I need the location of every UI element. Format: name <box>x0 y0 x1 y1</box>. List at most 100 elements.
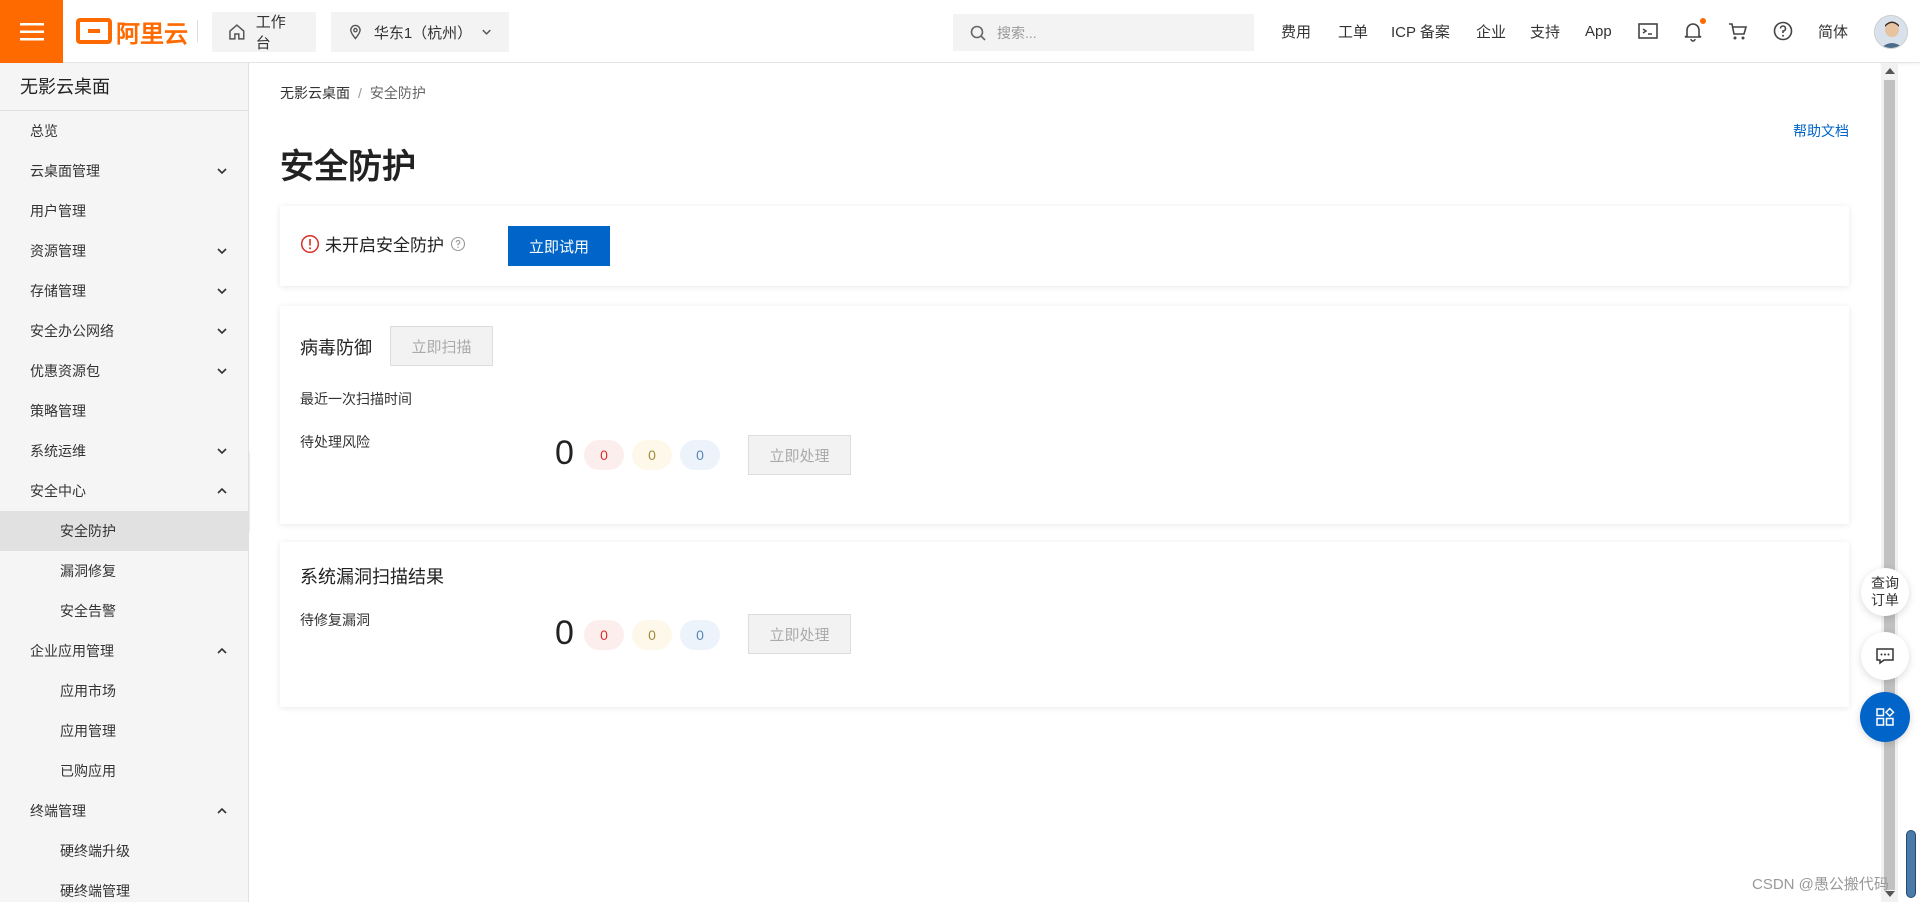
sidebar-item-label: 安全告警 <box>60 603 116 619</box>
sidebar-item-label: 企业应用管理 <box>30 643 114 659</box>
region-selector[interactable]: 华东1（杭州） <box>331 12 509 52</box>
sidebar-item[interactable]: 硬终端升级 <box>0 831 248 871</box>
sidebar-item[interactable]: 企业应用管理 <box>0 631 248 671</box>
sidebar-item-label: 已购应用 <box>60 763 116 779</box>
sidebar-item[interactable]: 安全防护 <box>0 511 248 551</box>
sidebar-item-label: 终端管理 <box>30 803 86 819</box>
nav-support[interactable]: 支持 <box>1530 21 1560 42</box>
sidebar-item-label: 云桌面管理 <box>30 163 100 179</box>
search-icon <box>970 25 986 41</box>
chevron-down-icon <box>217 288 227 295</box>
vuln-medium-count: 0 <box>632 620 672 650</box>
breadcrumb-root[interactable]: 无影云桌面 <box>280 85 350 101</box>
protection-status: 未开启安全防护 <box>300 231 466 256</box>
sidebar-item[interactable]: 终端管理 <box>0 791 248 831</box>
nav-app[interactable]: App <box>1585 23 1612 40</box>
chevron-up-icon <box>217 487 227 494</box>
csdn-watermark: CSDN @愚公搬代码 <box>1752 876 1889 893</box>
chevron-down-icon <box>217 168 227 175</box>
logo-divider <box>197 20 198 42</box>
chat-icon <box>1876 648 1894 665</box>
nav-icp[interactable]: ICP 备案 <box>1391 21 1450 42</box>
last-scan-label: 最近一次扫描时间 <box>300 391 412 407</box>
sidebar-item[interactable]: 漏洞修复 <box>0 551 248 591</box>
help-docs-link[interactable]: 帮助文档 <box>1793 121 1849 141</box>
pending-risk-total: 0 <box>555 434 574 472</box>
query-order-line1: 查询 <box>1871 575 1899 591</box>
bell-icon[interactable] <box>1682 18 1706 42</box>
aliyun-logo[interactable]: 阿里云 <box>76 16 188 48</box>
page-title: 安全防护 <box>280 148 416 186</box>
sidebar-item-label: 漏洞修复 <box>60 563 116 579</box>
nav-tickets[interactable]: 工单 <box>1338 21 1368 42</box>
breadcrumb-current: 安全防护 <box>369 85 426 101</box>
sidebar-item-label: 存储管理 <box>30 283 86 299</box>
menu-button[interactable] <box>0 0 63 63</box>
question-icon[interactable] <box>450 236 466 252</box>
query-order-button[interactable]: 查询 订单 <box>1861 568 1909 616</box>
scrollbar-thumb[interactable] <box>1884 80 1895 890</box>
sidebar-item[interactable]: 云桌面管理 <box>0 151 248 191</box>
scan-now-button[interactable]: 立即扫描 <box>390 326 493 366</box>
sidebar-item-label: 应用管理 <box>60 723 116 739</box>
sidebar-item[interactable]: 优惠资源包 <box>0 351 248 391</box>
sidebar-item[interactable]: 安全中心 <box>0 471 248 511</box>
logo-mark-icon <box>76 18 112 44</box>
pending-vuln-label: 待修复漏洞 <box>300 612 370 628</box>
vuln-low-count: 0 <box>680 620 720 650</box>
handle-risk-button[interactable]: 立即处理 <box>748 435 851 475</box>
sidebar-item[interactable]: 资源管理 <box>0 231 248 271</box>
breadcrumb: 无影云桌面 / 安全防护 <box>280 83 426 103</box>
try-now-button[interactable]: 立即试用 <box>508 226 610 266</box>
sidebar-item[interactable]: 安全告警 <box>0 591 248 631</box>
protection-status-text: 未开启安全防护 <box>325 236 444 255</box>
chevron-up-icon <box>217 647 227 654</box>
nav-enterprise[interactable]: 企业 <box>1476 21 1506 42</box>
sidebar-item[interactable]: 用户管理 <box>0 191 248 231</box>
sidebar-item[interactable]: 系统运维 <box>0 431 248 471</box>
chevron-up-icon <box>217 807 227 814</box>
sidebar-title: 无影云桌面 <box>0 63 248 111</box>
pending-vuln-total: 0 <box>555 614 574 652</box>
risk-high-count: 0 <box>584 440 624 470</box>
cart-icon[interactable] <box>1727 20 1749 42</box>
sidebar-menu: 总览云桌面管理用户管理资源管理存储管理安全办公网络 优惠资源包 策略管理系统运维安全… <box>0 111 248 902</box>
scroll-up-icon[interactable] <box>1885 68 1895 74</box>
language-switch[interactable]: 简体 <box>1818 21 1848 42</box>
workbench-label: 工作台 <box>255 14 286 52</box>
chat-button[interactable] <box>1861 632 1909 680</box>
vuln-high-count: 0 <box>584 620 624 650</box>
sidebar-item[interactable]: 总览 <box>0 111 248 151</box>
sidebar-item-label: 用户管理 <box>30 203 86 219</box>
sidebar: 无影云桌面 总览云桌面管理用户管理资源管理存储管理安全办公网络 优惠资源包 策略管理… <box>0 63 249 902</box>
apps-grid-icon <box>1876 707 1895 726</box>
warning-circle-icon <box>300 234 320 253</box>
chevron-down-icon <box>217 368 227 375</box>
virus-defense-title: 病毒防御 <box>300 338 372 358</box>
search-input[interactable] <box>997 24 1237 41</box>
location-icon <box>350 24 361 40</box>
terminal-icon[interactable] <box>1637 20 1659 42</box>
apps-button[interactable] <box>1860 692 1910 742</box>
sidebar-item-label: 安全中心 <box>30 483 86 499</box>
sidebar-item[interactable]: 硬终端管理 <box>0 871 248 902</box>
breadcrumb-separator: / <box>358 85 362 101</box>
handle-vuln-button[interactable]: 立即处理 <box>748 614 851 654</box>
home-icon <box>229 24 245 40</box>
sidebar-item[interactable]: 存储管理 <box>0 271 248 311</box>
nav-fees[interactable]: 费用 <box>1281 21 1311 42</box>
workbench-button[interactable]: 工作台 <box>212 12 316 52</box>
sidebar-item[interactable]: 策略管理 <box>0 391 248 431</box>
page-scrollbar[interactable] <box>1881 63 1898 902</box>
query-order-line2: 订单 <box>1871 592 1899 608</box>
sidebar-item[interactable]: 安全办公网络 <box>0 311 248 351</box>
sidebar-item[interactable]: 应用管理 <box>0 711 248 751</box>
search-box[interactable] <box>953 14 1254 51</box>
user-avatar[interactable] <box>1874 15 1908 49</box>
risk-medium-count: 0 <box>632 440 672 470</box>
pending-risk-label: 待处理风险 <box>300 434 370 450</box>
sidebar-item[interactable]: 应用市场 <box>0 671 248 711</box>
sidebar-item[interactable]: 已购应用 <box>0 751 248 791</box>
help-icon[interactable] <box>1772 20 1794 42</box>
sidebar-item-label: 系统运维 <box>30 443 86 459</box>
